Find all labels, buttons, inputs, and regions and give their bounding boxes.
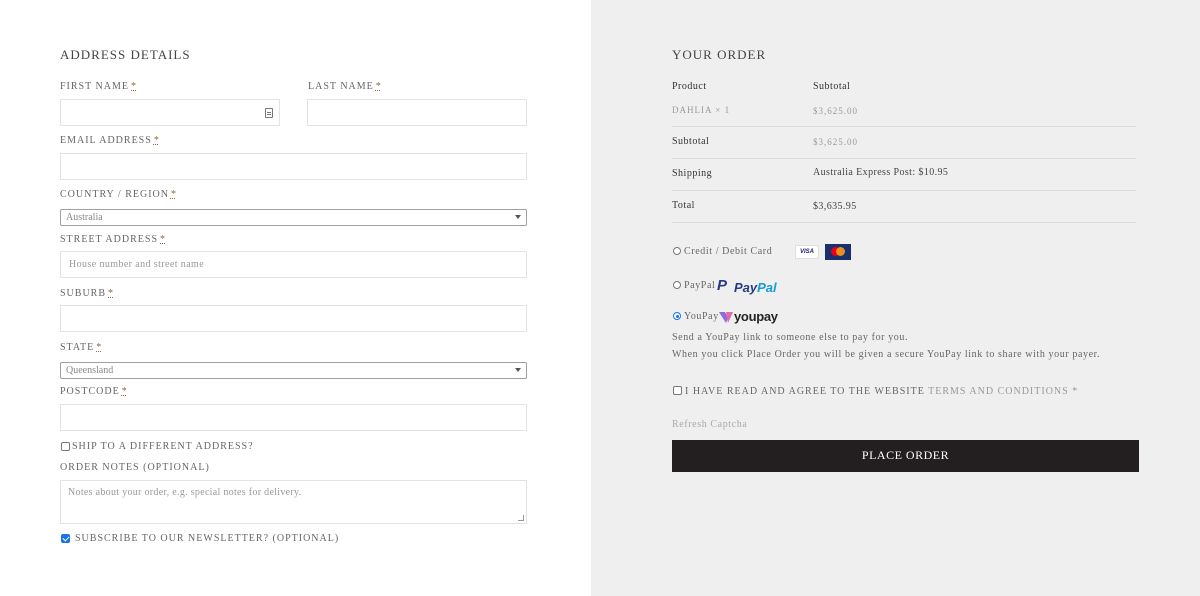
subtotal-label: Subtotal bbox=[672, 136, 710, 147]
postcode-input[interactable] bbox=[60, 404, 527, 431]
country-label: COUNTRY / REGION * bbox=[60, 189, 177, 200]
youpay-mark-icon bbox=[719, 312, 733, 323]
place-order-button[interactable]: PLACE ORDER bbox=[672, 440, 1139, 472]
paypal-label[interactable]: PayPal bbox=[684, 280, 715, 291]
subtotal-value: $3,625.00 bbox=[813, 137, 858, 147]
terms-checkbox[interactable] bbox=[673, 386, 682, 395]
mastercard-icon bbox=[825, 244, 851, 260]
state-label: STATE * bbox=[60, 342, 103, 353]
youpay-logo: youpay bbox=[734, 309, 778, 324]
resize-handle-icon[interactable] bbox=[518, 515, 524, 521]
shipping-label: Shipping bbox=[672, 168, 713, 179]
postcode-label: POSTCODE * bbox=[60, 386, 128, 397]
col-subtotal-header: Subtotal bbox=[813, 81, 851, 92]
street-label: STREET ADDRESS * bbox=[60, 234, 166, 245]
refresh-captcha-link[interactable]: Refresh Captcha bbox=[672, 419, 747, 430]
divider bbox=[672, 126, 1136, 127]
first-name-input[interactable] bbox=[60, 99, 280, 126]
suburb-label: SUBURB * bbox=[60, 288, 115, 299]
total-value: $3,635.95 bbox=[813, 201, 857, 212]
ship-different-label[interactable]: SHIP TO A DIFFERENT ADDRESS? bbox=[72, 441, 254, 452]
paypal-logo: PayPal bbox=[734, 280, 777, 295]
youpay-description-line2: When you click Place Order you will be g… bbox=[672, 349, 1101, 360]
terms-label[interactable]: I HAVE READ AND AGREE TO THE WEBSITE TER… bbox=[685, 386, 1078, 397]
item-name: DAHLIA × 1 bbox=[672, 105, 731, 115]
country-select-value: Australia bbox=[66, 212, 103, 223]
order-panel: YOUR ORDER Product Subtotal DAHLIA × 1 $… bbox=[591, 0, 1200, 596]
divider bbox=[672, 190, 1136, 191]
divider bbox=[672, 158, 1136, 159]
state-select[interactable]: Queensland bbox=[60, 362, 527, 379]
last-name-label: LAST NAME * bbox=[308, 81, 382, 92]
email-label: EMAIL ADDRESS * bbox=[60, 135, 160, 146]
youpay-label[interactable]: YouPay bbox=[684, 311, 719, 322]
chevron-down-icon bbox=[515, 368, 521, 372]
order-notes-label: ORDER NOTES (OPTIONAL) bbox=[60, 462, 210, 473]
credit-card-label[interactable]: Credit / Debit Card bbox=[684, 246, 772, 257]
contact-card-icon[interactable] bbox=[265, 108, 273, 118]
terms-link[interactable]: TERMS AND CONDITIONS bbox=[928, 386, 1069, 397]
country-select[interactable]: Australia bbox=[60, 209, 527, 226]
suburb-input[interactable] bbox=[60, 305, 527, 332]
paypal-radio[interactable] bbox=[673, 281, 681, 289]
first-name-label: FIRST NAME * bbox=[60, 81, 137, 92]
ship-different-checkbox[interactable] bbox=[61, 442, 70, 451]
newsletter-checkbox[interactable] bbox=[61, 534, 70, 543]
order-notes-placeholder: Notes about your order, e.g. special not… bbox=[68, 487, 302, 498]
col-product-header: Product bbox=[672, 81, 707, 92]
youpay-description-line1: Send a YouPay link to someone else to pa… bbox=[672, 332, 909, 343]
last-name-input[interactable] bbox=[307, 99, 527, 126]
total-label: Total bbox=[672, 200, 695, 211]
shipping-value: Australia Express Post: $10.95 bbox=[813, 167, 949, 178]
newsletter-label[interactable]: SUBSCRIBE TO OUR NEWSLETTER? (OPTIONAL) bbox=[75, 533, 339, 544]
address-panel: ADDRESS DETAILS FIRST NAME * LAST NAME * E… bbox=[0, 0, 591, 596]
chevron-down-icon bbox=[515, 215, 521, 219]
address-heading: ADDRESS DETAILS bbox=[60, 47, 191, 62]
item-qty: × 1 bbox=[715, 105, 731, 115]
youpay-radio[interactable] bbox=[673, 312, 681, 320]
credit-card-radio[interactable] bbox=[673, 247, 681, 255]
visa-icon: VISA bbox=[795, 245, 819, 259]
street-input[interactable]: House number and street name bbox=[60, 251, 527, 278]
email-input[interactable] bbox=[60, 153, 527, 180]
order-notes-textarea[interactable]: Notes about your order, e.g. special not… bbox=[60, 480, 527, 524]
divider bbox=[672, 222, 1136, 223]
order-heading: YOUR ORDER bbox=[672, 47, 767, 62]
item-price: $3,625.00 bbox=[813, 106, 858, 116]
paypal-mark-icon: P bbox=[717, 277, 728, 294]
state-select-value: Queensland bbox=[66, 365, 114, 376]
